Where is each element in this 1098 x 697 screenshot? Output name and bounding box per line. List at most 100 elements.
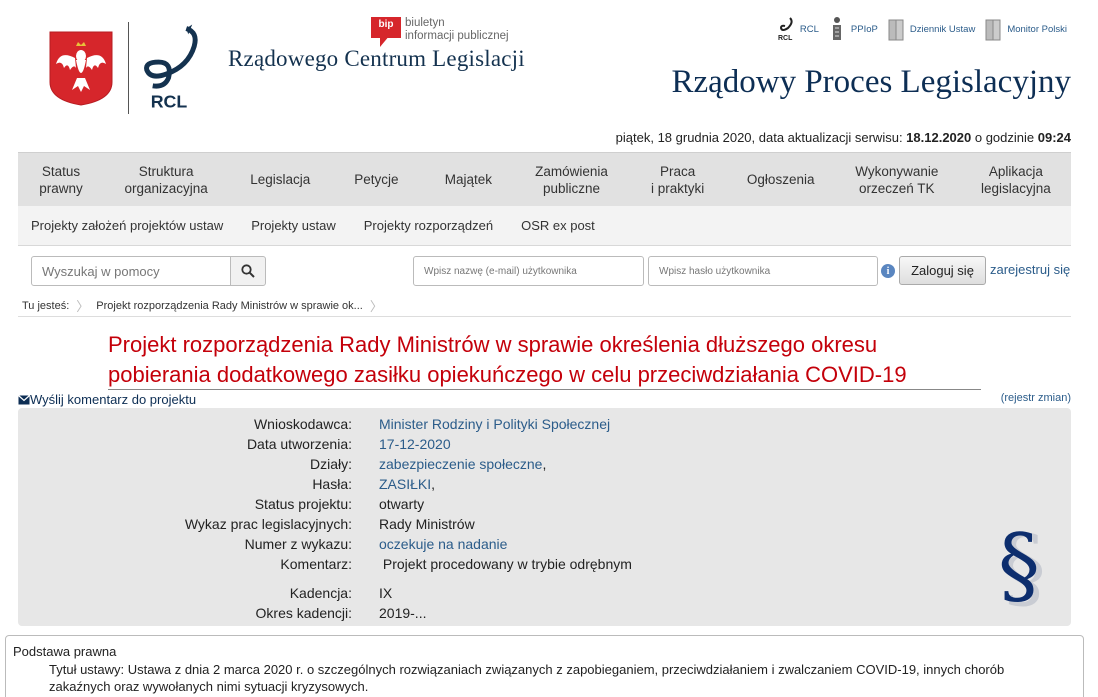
subnav-item-projekty-rozporzadzen[interactable]: Projekty rozporządzeń [364, 218, 493, 233]
nav-item-aplikacja[interactable]: Aplikacja legislacyjna [961, 153, 1071, 206]
nav-item-praca[interactable]: Praca i praktyki [627, 153, 729, 206]
breadcrumb-label: Tu jesteś: [22, 299, 70, 312]
detail-row-okres: Okres kadencji: 2019-... [18, 603, 1018, 623]
top-link-label: RCL [799, 23, 819, 35]
nav-item-wykonywanie[interactable]: Wykonywanie orzeczeń TK [833, 153, 961, 206]
bip-badge: bip [371, 17, 401, 47]
detail-label: Okres kadencji: [255, 605, 352, 621]
detail-label: Data utworzenia: [246, 436, 352, 452]
date-mid: o godzinie [971, 130, 1038, 145]
date-line: piątek, 18 grudnia 2020, data aktualizac… [616, 130, 1071, 145]
nav-item-struktura[interactable]: Struktura organizacyjna [104, 153, 228, 206]
project-title: Projekt rozporządzenia Rady Ministrów w … [108, 332, 907, 387]
detail-row-hasla: Hasła: ZASIŁKI, [18, 474, 1018, 494]
site-title[interactable]: Rządowy Proces Legislacyjny [671, 64, 1071, 101]
polish-eagle-emblem-icon[interactable] [48, 30, 114, 106]
register-link[interactable]: zarejestruj się [990, 262, 1070, 277]
detail-value-link[interactable]: zabezpieczenie społeczne [379, 456, 542, 472]
nav-label: Praca i praktyki [650, 163, 705, 196]
nav-item-majatek[interactable]: Majątek [420, 153, 516, 206]
legal-basis-title: Podstawa prawna [13, 644, 117, 659]
bip-line-2: informacji publicznej [405, 30, 509, 42]
nav-label: Petycje [354, 172, 399, 187]
detail-label: Status projektu: [254, 496, 352, 512]
rcl-small-icon: RCL [778, 17, 793, 42]
password-input[interactable] [648, 256, 878, 286]
bip-logo[interactable]: bip biuletyn informacji publicznej [371, 17, 509, 47]
top-link-dziennik-ustaw[interactable]: Dziennik Ustaw [886, 16, 975, 42]
subnav-item-projekty-zalozen[interactable]: Projekty założeń projektów ustaw [31, 218, 223, 233]
breadcrumb-separator-icon: 〉 [76, 299, 90, 314]
detail-value: Rady Ministrów [379, 516, 475, 532]
top-link-ppiop[interactable]: PPIoP [827, 16, 878, 42]
nav-item-zamowienia[interactable]: Zamówienia publiczne [516, 153, 626, 206]
detail-value-suffix: , [542, 456, 547, 472]
nav-label: Aplikacja legislacyjna [980, 163, 1051, 196]
subnav-item-osr-ex-post[interactable]: OSR ex post [521, 218, 595, 233]
update-time: 09:24 [1037, 130, 1071, 145]
svg-text:RCL: RCL [778, 35, 793, 42]
nav-item-status-prawny[interactable]: Status prawny [18, 153, 104, 206]
info-icon[interactable]: i [881, 264, 895, 278]
site-header: RCL bip biuletyn informacji publicznej R… [0, 0, 1098, 125]
rcl-logo-icon[interactable]: RCL [128, 22, 210, 114]
username-input[interactable] [413, 256, 644, 286]
detail-row-data-utworzenia: Data utworzenia: 17-12-2020 [18, 434, 1018, 454]
bip-line-1: biuletyn [405, 17, 445, 29]
paragraph-section-icon: § § [998, 516, 1046, 614]
nav-label: Wykonywanie orzeczeń TK [855, 163, 939, 196]
detail-value-link[interactable]: oczekuje na nadanie [379, 536, 507, 552]
project-details-panel: Wnioskodawca: Minister Rodziny i Polityk… [18, 408, 1071, 626]
detail-value-link[interactable]: Minister Rodziny i Polityki Społecznej [379, 416, 610, 432]
detail-row-wnioskodawca: Wnioskodawca: Minister Rodziny i Polityk… [18, 414, 1018, 434]
nav-label: Zamówienia publiczne [535, 163, 608, 196]
legal-basis-text: Tytuł ustawy: Ustawa z dnia 2 marca 2020… [49, 662, 1005, 694]
detail-label: Kadencja: [289, 585, 352, 601]
nav-label: Majątek [444, 172, 493, 187]
help-search-input[interactable] [31, 256, 231, 286]
nav-item-legislacja[interactable]: Legislacja [228, 153, 332, 206]
update-date: 18.12.2020 [906, 130, 972, 145]
date-prefix: piątek, 18 grudnia 2020, data aktualizac… [615, 130, 907, 145]
send-comment-link[interactable]: Wyślij komentarz do projektu [18, 392, 196, 407]
sub-nav: Projekty założeń projektów ustaw Projekt… [18, 206, 1071, 246]
subnav-item-projekty-ustaw[interactable]: Projekty ustaw [251, 218, 336, 233]
top-link-label: Monitor Polski [1007, 23, 1067, 35]
book-icon [888, 19, 904, 41]
detail-label: Hasła: [312, 476, 352, 492]
top-link-label: PPIoP [850, 23, 878, 35]
detail-row-dzialy: Działy: zabezpieczenie społeczne, [18, 454, 1018, 474]
detail-value-link[interactable]: ZASIŁKI [379, 476, 431, 492]
changes-register-link[interactable]: (rejestr zmian) [1001, 392, 1071, 404]
nav-item-petycje[interactable]: Petycje [332, 153, 420, 206]
detail-value-suffix: , [431, 476, 436, 492]
detail-label: Komentarz: [280, 556, 352, 572]
ppiop-icon [832, 17, 841, 40]
nav-label: Struktura organizacyjna [124, 163, 208, 196]
top-link-rcl[interactable]: RCL RCL [776, 16, 819, 42]
detail-value-link[interactable]: 17-12-2020 [379, 436, 451, 452]
login-button[interactable]: Zaloguj się [899, 256, 986, 285]
detail-row-numer: Numer z wykazu: oczekuje na nadanie [18, 534, 1018, 554]
search-button[interactable] [230, 256, 266, 286]
nav-label: Status prawny [39, 163, 83, 196]
top-link-monitor-polski[interactable]: Monitor Polski [983, 16, 1067, 42]
detail-row-wykaz: Wykaz prac legislacyjnych: Rady Ministró… [18, 514, 1018, 534]
institution-name: Rządowego Centrum Legislacji [228, 46, 525, 71]
send-comment-label: Wyślij komentarz do projektu [30, 392, 197, 407]
envelope-icon [18, 394, 30, 404]
top-links: RCL RCL PPIoP Dziennik Ustaw Monitor Pol… [776, 16, 1067, 42]
breadcrumb-separator-icon: 〉 [369, 299, 383, 314]
breadcrumb-current[interactable]: Projekt rozporządzenia Rady Ministrów w … [96, 300, 363, 312]
detail-label: Wnioskodawca: [253, 416, 352, 432]
detail-label: Działy: [309, 456, 352, 472]
rcl-logo-text: RCL [151, 92, 188, 112]
legal-basis-panel: Podstawa prawna Tytuł ustawy: Ustawa z d… [5, 635, 1084, 697]
detail-label: Wykaz prac legislacyjnych: [184, 516, 352, 532]
detail-value: otwarty [379, 496, 425, 512]
detail-label: Numer z wykazu: [244, 536, 352, 552]
nav-item-ogloszenia[interactable]: Ogłoszenia [729, 153, 833, 206]
title-divider [108, 389, 981, 390]
top-link-label: Dziennik Ustaw [909, 23, 976, 35]
main-nav: Status prawny Struktura organizacyjna Le… [18, 152, 1071, 206]
